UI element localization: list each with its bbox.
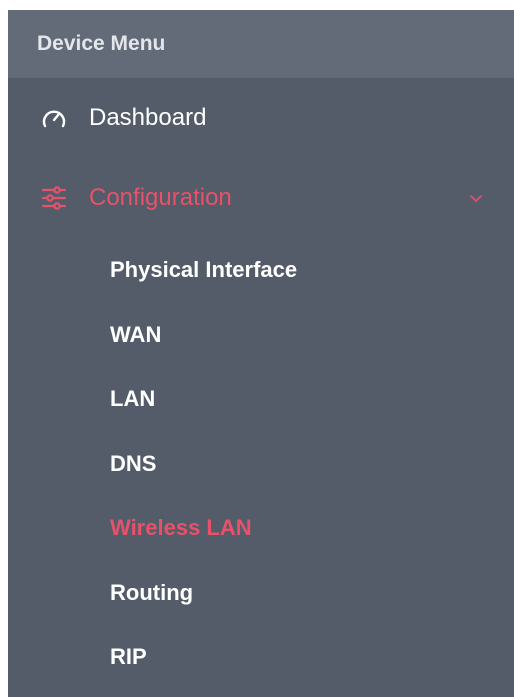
submenu-item-dns[interactable]: DNS <box>8 432 514 497</box>
nav-item-configuration[interactable]: Configuration <box>8 158 514 238</box>
submenu-item-routing[interactable]: Routing <box>8 561 514 626</box>
device-menu-sidebar: Device Menu Dashboard Configuration Phys… <box>8 10 514 697</box>
chevron-down-icon[interactable] <box>466 188 486 208</box>
submenu-item-wireless-lan[interactable]: Wireless LAN <box>8 496 514 561</box>
sliders-icon <box>37 181 71 215</box>
submenu-item-physical-interface[interactable]: Physical Interface <box>8 238 514 303</box>
nav-item-configuration-label: Configuration <box>89 184 232 211</box>
speedometer-icon <box>37 101 71 135</box>
submenu-item-lan[interactable]: LAN <box>8 367 514 432</box>
nav-item-dashboard-label: Dashboard <box>89 104 207 131</box>
submenu-item-wan[interactable]: WAN <box>8 303 514 368</box>
nav-item-dashboard[interactable]: Dashboard <box>8 78 514 158</box>
menu-header: Device Menu <box>8 10 514 78</box>
submenu-item-rip[interactable]: RIP <box>8 625 514 690</box>
configuration-submenu: Physical Interface WAN LAN DNS Wireless … <box>8 238 514 690</box>
